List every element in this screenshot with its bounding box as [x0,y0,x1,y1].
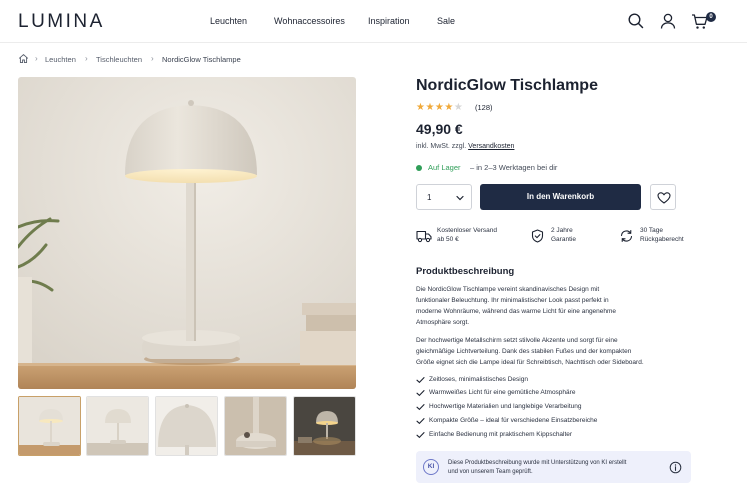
feature-free-shipping-line2: ab 50 € [437,236,459,243]
ai-notice-text: Diese Produktbeschreibung wurde mit Unte… [448,459,626,477]
feature-free-shipping-line1: Kostenloser Versand [437,227,497,234]
feature-warranty-line2: Garantie [551,236,576,243]
check-icon [416,390,425,397]
ai-notice-line1: Diese Produktbeschreibung wurde mit Unte… [448,460,627,466]
check-icon [416,377,425,384]
nav-wohnaccessoires[interactable]: Wohnaccessoires [274,16,345,26]
product-price: 49,90 € [416,121,463,137]
nav-leuchten[interactable]: Leuchten [210,16,247,26]
thumbnail-1[interactable] [18,396,81,456]
bullet-text: Kompakte Größe – ideal für verschiedene … [429,417,598,424]
quantity-select[interactable]: 1 [416,184,472,210]
ai-notice: KI Diese Produktbeschreibung wurde mit U… [416,451,691,483]
thumbnail-4[interactable] [224,396,287,456]
wishlist-button[interactable] [650,184,676,210]
description-paragraph-1: Die NordicGlow Tischlampe vereint skandi… [416,284,706,328]
description-paragraph-2: Der hochwertige Metallschirm setzt stilv… [416,335,706,368]
feature-returns-line1: 30 Tage [640,227,664,234]
breadcrumb-current: NordicGlow Tischlampe [162,55,241,64]
product-title: NordicGlow Tischlampe [416,77,598,94]
breadcrumb-chevron-icon: › [35,54,38,63]
in-stock-dot-icon [416,165,422,171]
nav-inspiration[interactable]: Inspiration [368,16,410,26]
shield-check-icon [531,229,544,243]
thumbnail-2[interactable] [86,396,149,456]
product-main-image[interactable] [18,77,356,389]
description-p2-line: Der hochwertige Metallschirm setzt stilv… [416,337,618,344]
feature-returns-line2: Rückgaberecht [640,236,684,243]
quantity-value: 1 [427,193,432,202]
return-arrows-icon [620,230,633,242]
description-p1-line: Atmosphäre sorgt. [416,319,470,326]
tax-note: inkl. MwSt. zzgl. Versandkosten [416,143,514,150]
home-icon[interactable] [18,53,29,66]
bullet-text: Warmweißes Licht für eine gemütliche Atm… [429,389,576,396]
ai-notice-line2: und von unserem Team geprüft. [448,469,533,475]
nav-sale[interactable]: Sale [437,16,455,26]
bullet-text: Zeitloses, minimalistisches Design [429,376,528,383]
truck-icon [416,230,432,243]
breadcrumb-chevron-icon: › [151,54,154,63]
add-to-cart-button[interactable]: In den Warenkorb [480,184,641,210]
rating-stars-icon: ★★★★★ [416,102,464,113]
breadcrumb-tischleuchten[interactable]: Tischleuchten [96,55,142,64]
description-title: Produktbeschreibung [416,266,515,277]
shipping-costs-link[interactable]: Versandkosten [468,143,514,150]
breadcrumb-chevron-icon: › [85,54,88,63]
chevron-down-icon [455,191,465,209]
description-p1-line: funktionaler Beleuchtung. Ihr minimalist… [416,297,609,304]
delivery-estimate: – in 2–3 Werktagen bei dir [470,163,558,172]
stock-label: Auf Lager [428,163,461,172]
cart-count-badge: 0 [706,12,716,22]
account-icon[interactable] [659,12,677,30]
feature-returns: 30 Tage Rückgaberecht [619,227,699,251]
heart-icon [657,192,671,204]
ai-badge: KI [423,459,439,475]
feature-free-shipping: Kostenloser Versand ab 50 € [416,227,526,251]
check-icon [416,432,425,439]
search-icon[interactable] [627,12,645,30]
description-p1-line: moderne Wohnräume, während das warme Lic… [416,308,617,315]
breadcrumb-leuchten[interactable]: Leuchten [45,55,76,64]
thumbnail-3[interactable] [155,396,218,456]
info-icon[interactable] [669,461,682,479]
bullet-text: Hochwertige Materialien und langlebige V… [429,403,582,410]
tax-note-text: inkl. MwSt. zzgl. [416,143,467,150]
description-p2-line: gleichmäßige Lichtverteilung. Dank des s… [416,348,632,355]
check-icon [416,418,425,425]
description-p1-line: Die NordicGlow Tischlampe vereint skandi… [416,286,600,293]
description-p2-line: Größe eignet sich die Lampe ideal für Sc… [416,359,644,366]
site-header: LUMINA Leuchten Wohnaccessoires Inspirat… [0,0,747,43]
product-thumbnails [18,396,356,456]
check-icon [416,404,425,411]
bullet-text: Einfache Bedienung mit praktischem Kipps… [429,431,573,438]
review-count[interactable]: (128) [475,103,493,112]
feature-warranty: 2 Jahre Garantie [531,227,611,251]
thumbnail-5[interactable] [293,396,356,456]
feature-warranty-line1: 2 Jahre [551,227,573,234]
